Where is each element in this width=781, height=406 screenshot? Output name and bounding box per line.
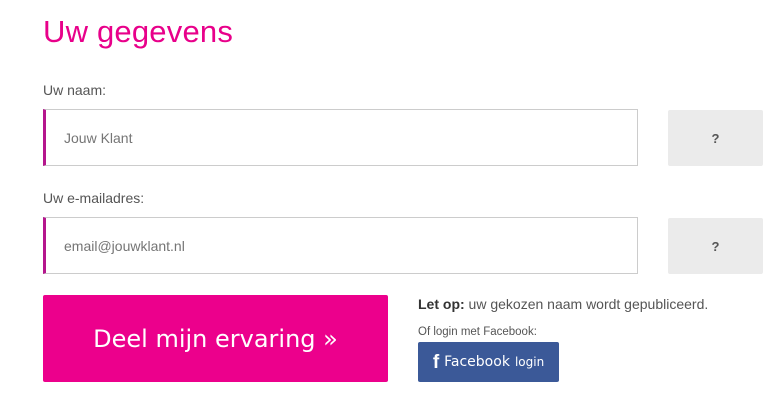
email-label: Uw e-mailadres: xyxy=(43,190,145,206)
facebook-login-button[interactable]: f Facebook login xyxy=(418,342,559,382)
facebook-caption: Of login met Facebook: xyxy=(418,326,537,338)
notice-strong: Let op: xyxy=(418,296,465,312)
page-title: Uw gegevens xyxy=(43,14,234,49)
email-help-button[interactable]: ? xyxy=(668,218,763,274)
name-label: Uw naam: xyxy=(43,82,107,98)
name-help-button[interactable]: ? xyxy=(668,110,763,166)
facebook-login-label: login xyxy=(514,355,545,369)
facebook-label: Facebook xyxy=(444,354,510,370)
share-experience-button[interactable]: Deel mijn ervaring » xyxy=(43,295,388,382)
facebook-icon: f xyxy=(432,351,440,373)
publication-notice: Let op: uw gekozen naam wordt gepublicee… xyxy=(418,296,708,312)
name-input[interactable] xyxy=(43,109,638,166)
notice-text: uw gekozen naam wordt gepubliceerd. xyxy=(464,296,709,312)
email-input[interactable] xyxy=(43,217,638,274)
